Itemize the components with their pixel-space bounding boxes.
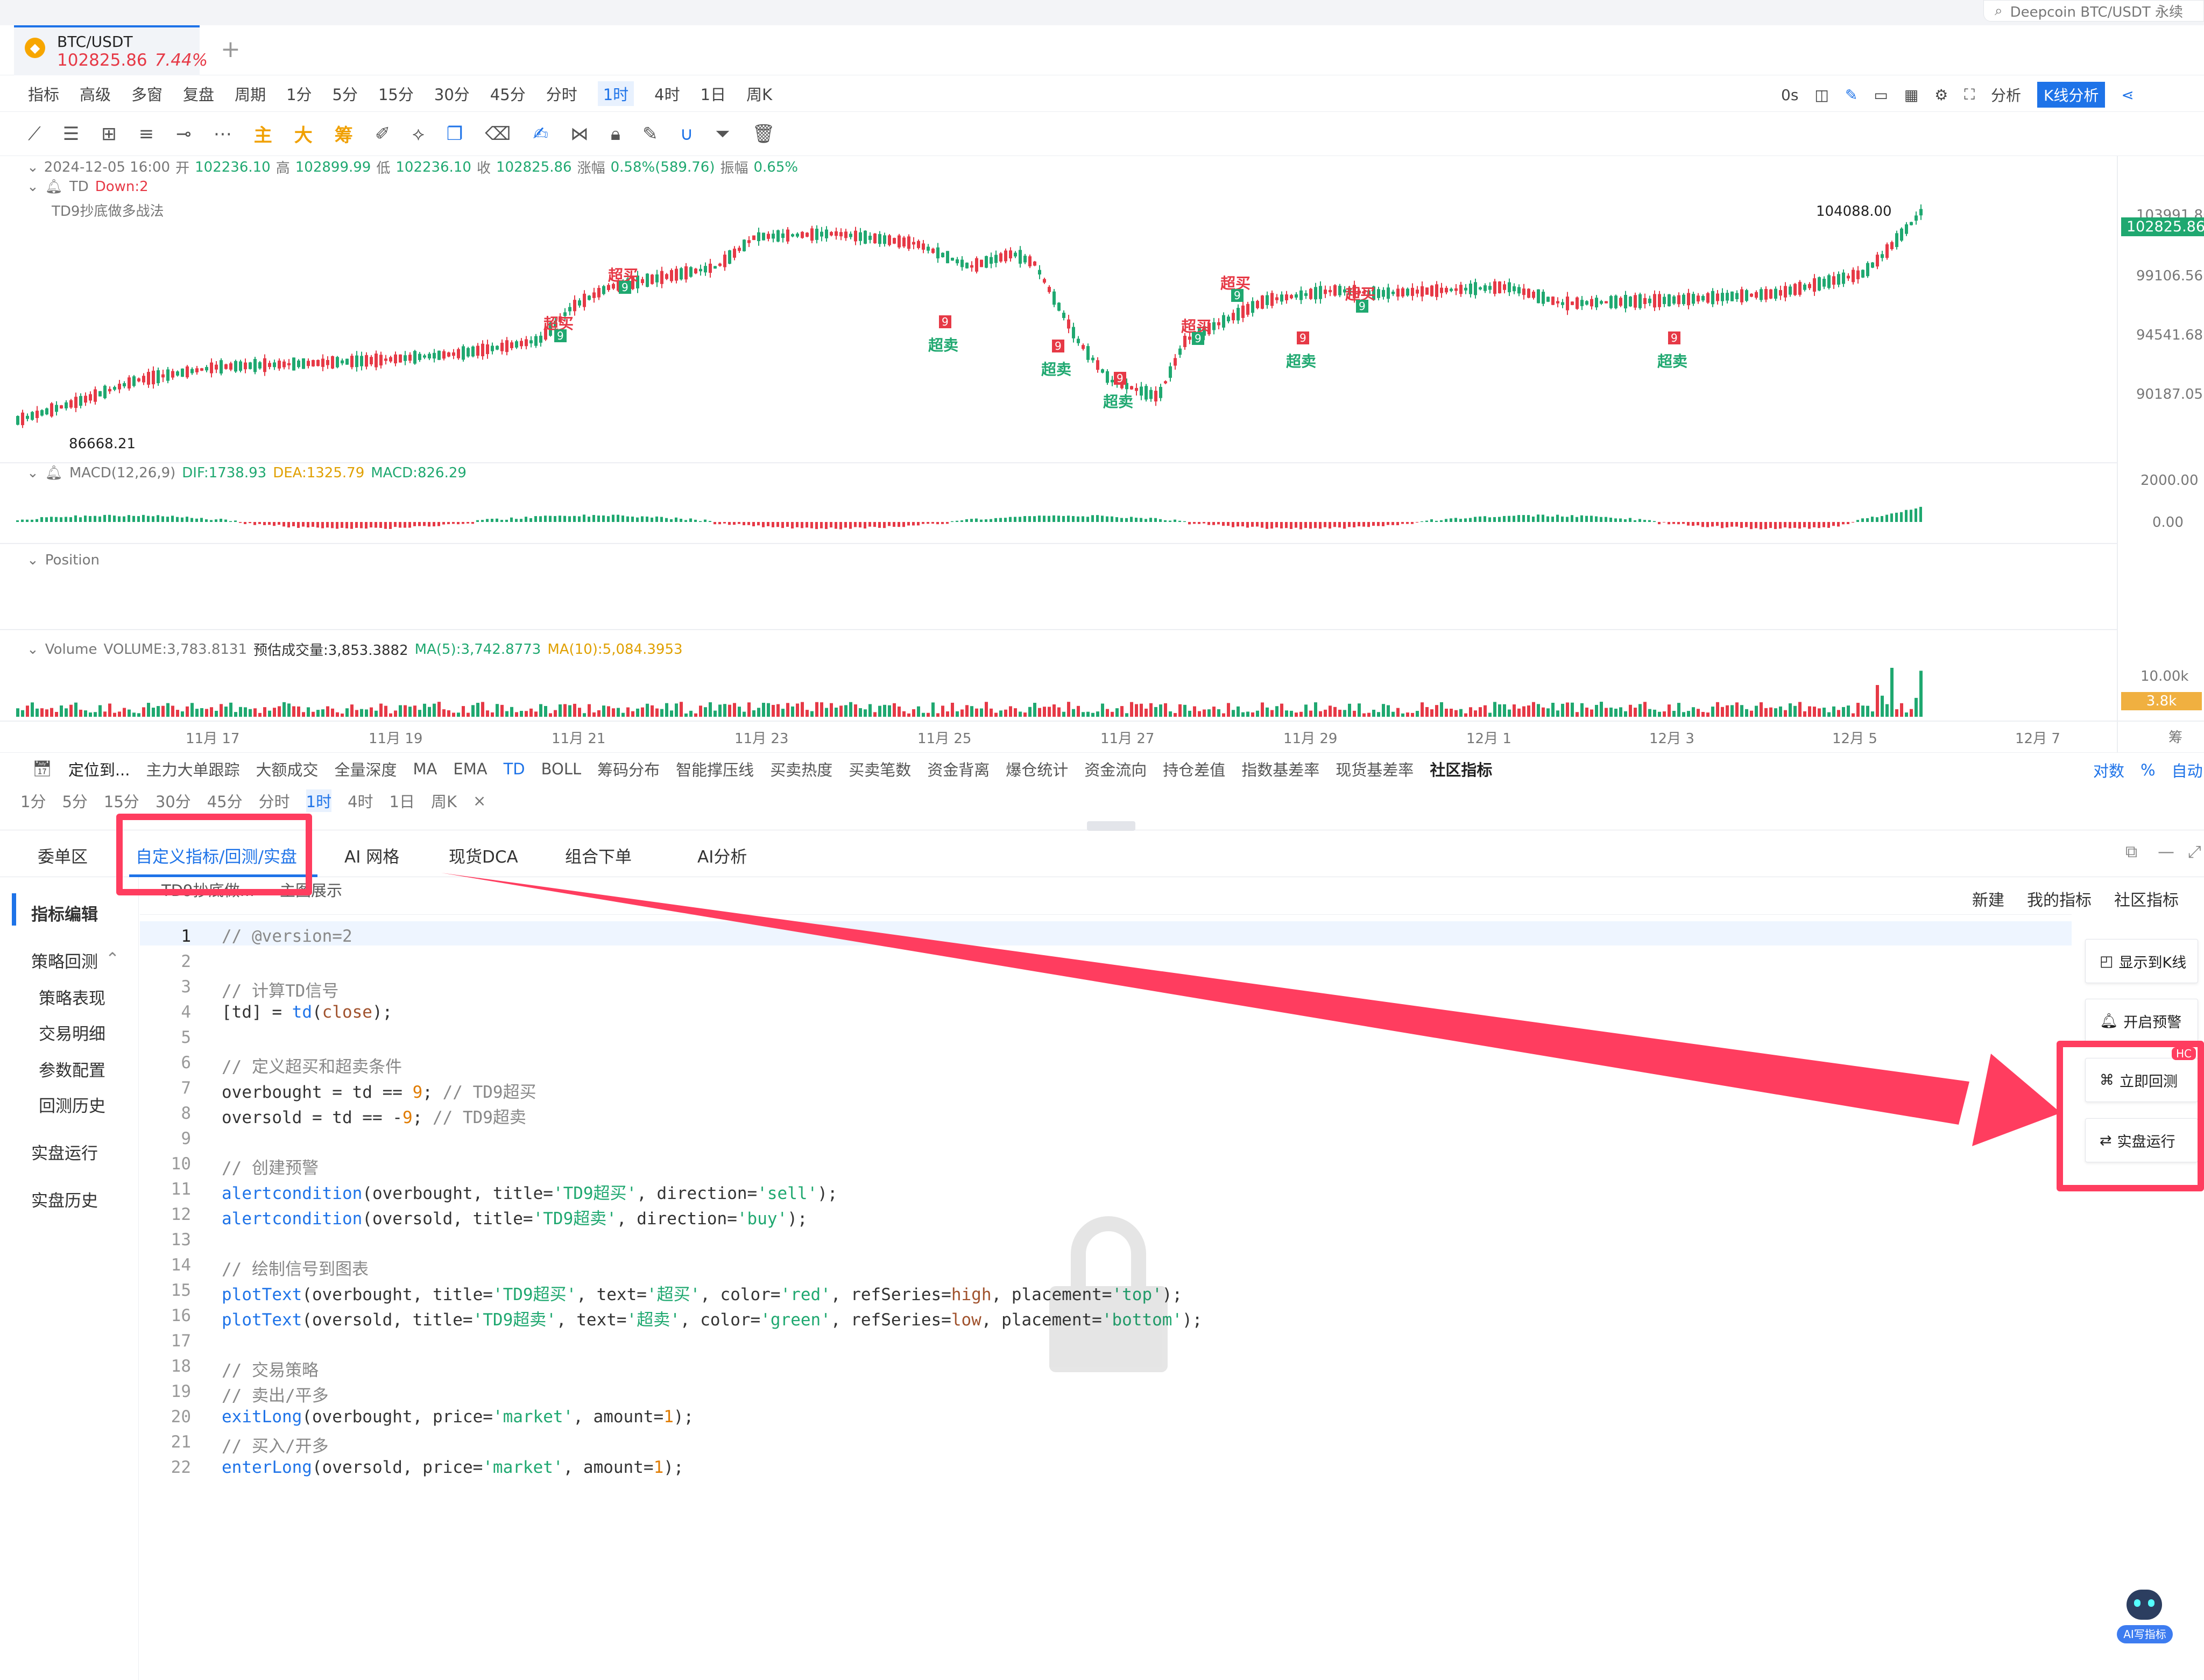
annotation-arrow [441,873,2061,1146]
